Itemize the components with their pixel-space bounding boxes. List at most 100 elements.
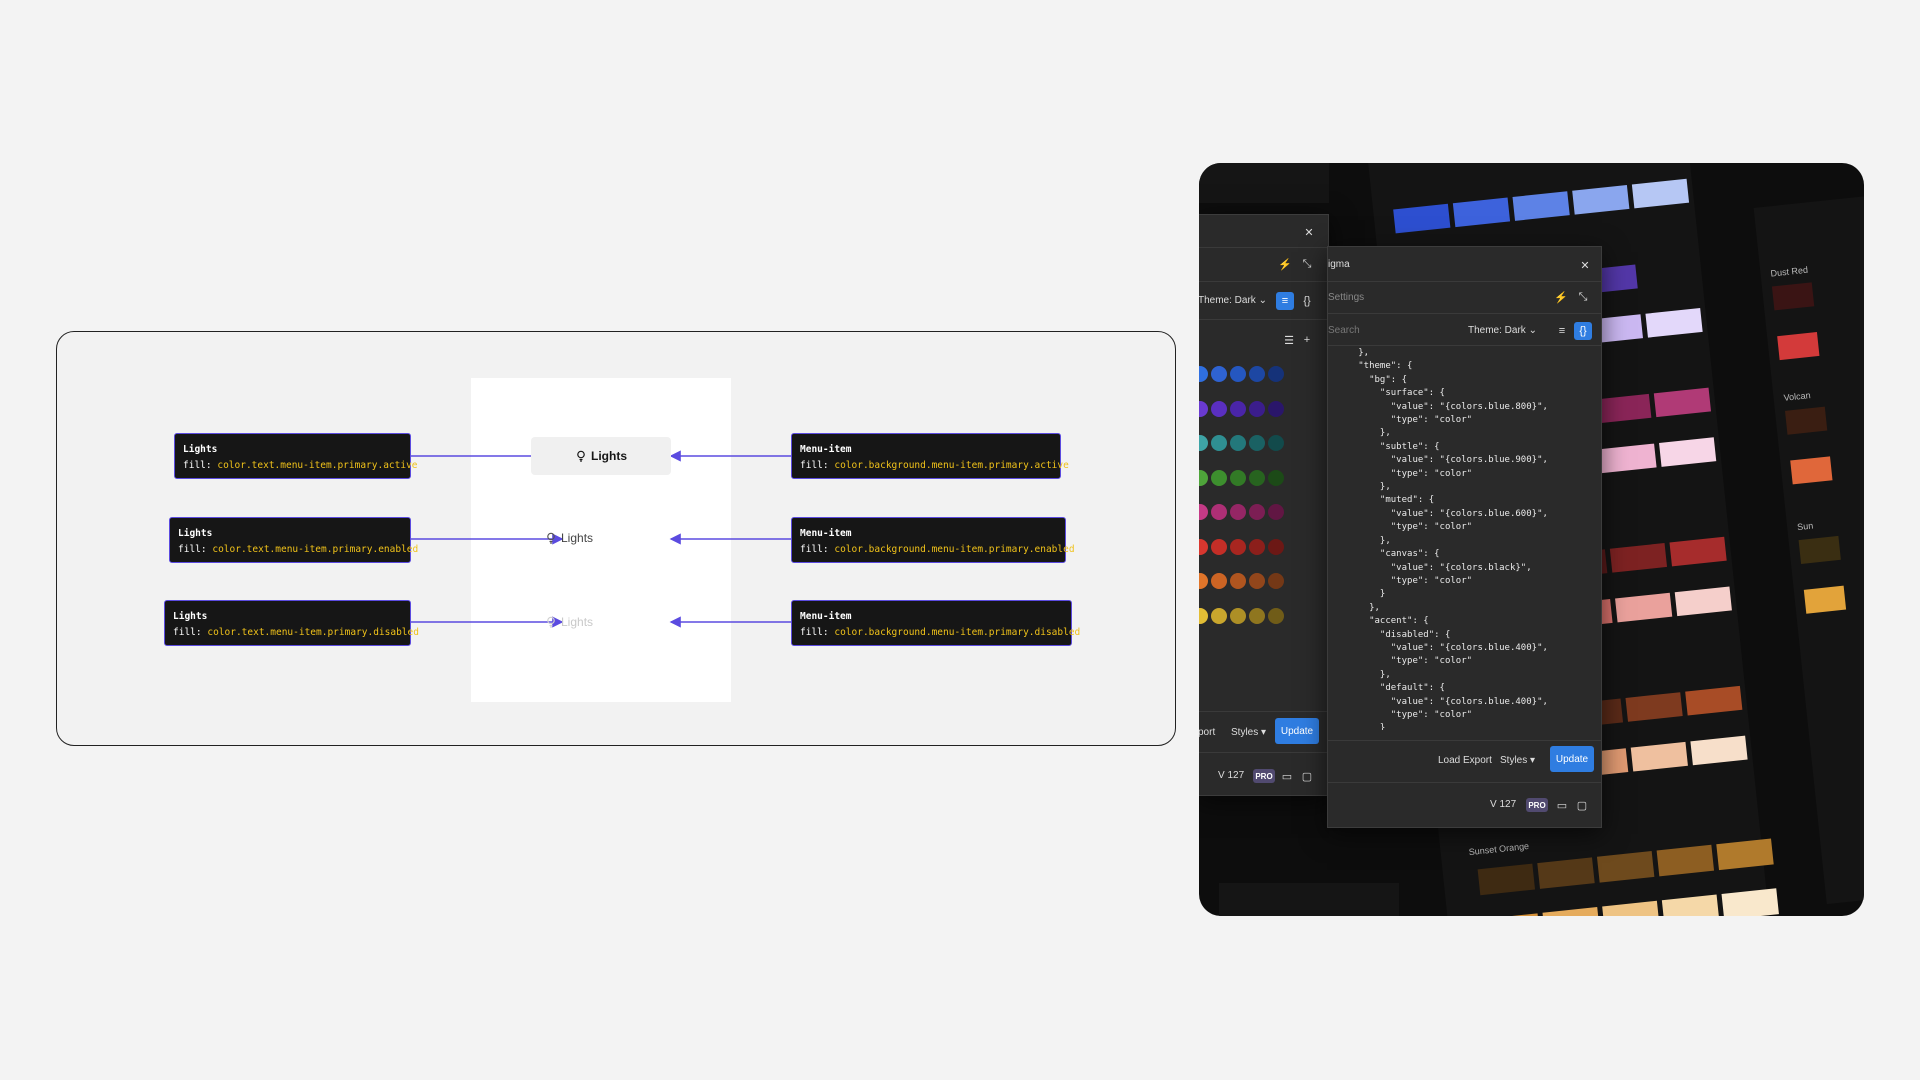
color-swatch[interactable] bbox=[1199, 435, 1208, 451]
lightbulb-icon bbox=[577, 450, 585, 462]
token-name: color.text.menu-item.primary.enabled bbox=[212, 544, 419, 555]
lightning-icon[interactable]: ⚡ bbox=[1276, 255, 1294, 273]
color-swatch[interactable] bbox=[1199, 573, 1208, 589]
annotation-bg-active: Menu-item fill: color.background.menu-it… bbox=[791, 433, 1069, 479]
color-swatch[interactable] bbox=[1199, 538, 1208, 555]
color-swatch[interactable] bbox=[1249, 607, 1265, 624]
annotation-text-active: Lights fill: color.text.menu-item.primar… bbox=[174, 433, 418, 479]
bookmark-icon[interactable]: ▭ bbox=[1553, 796, 1571, 814]
styles-dropdown-label: Styles bbox=[1500, 755, 1528, 766]
annotation-text-disabled: Lights fill: color.text.menu-item.primar… bbox=[164, 600, 419, 646]
component-preview-canvas bbox=[471, 378, 731, 702]
color-swatch[interactable] bbox=[1230, 400, 1246, 417]
json-code-editor[interactable]: }, "theme": { "bg": { "surface": { "valu… bbox=[1342, 347, 1598, 730]
list-icon[interactable]: ☰ bbox=[1280, 331, 1298, 349]
color-swatch[interactable] bbox=[1268, 366, 1284, 382]
lightbulb-icon bbox=[547, 616, 555, 628]
code-view-icon[interactable]: {} bbox=[1574, 322, 1592, 340]
color-swatch[interactable] bbox=[1199, 469, 1208, 486]
update-button[interactable]: Update bbox=[1550, 746, 1594, 772]
plugin-window-back: ✕ ⚡ ⤡ Theme: Dark ⌄ ≡ {} ☰ + port Styles… bbox=[1199, 214, 1329, 796]
fill-label: fill: bbox=[800, 460, 829, 471]
comment-icon[interactable]: ▢ bbox=[1298, 767, 1316, 785]
plugin-mockup: Golden Purple Sunset Orange bbox=[1199, 163, 1864, 916]
theme-dropdown[interactable]: Theme: Dark ⌄ bbox=[1468, 325, 1537, 336]
collapse-icon[interactable]: ⤡ bbox=[1574, 288, 1592, 306]
token-name: color.background.menu-item.primary.disab… bbox=[834, 627, 1081, 638]
export-button[interactable]: port bbox=[1199, 727, 1215, 738]
color-swatch[interactable] bbox=[1230, 504, 1246, 520]
styles-dropdown[interactable]: Styles ▾ bbox=[1500, 755, 1535, 766]
plus-icon[interactable]: + bbox=[1298, 331, 1316, 349]
update-button[interactable]: Update bbox=[1275, 718, 1319, 744]
annotation-title: Menu-item bbox=[800, 528, 852, 539]
lightbulb-icon bbox=[547, 532, 555, 544]
load-button[interactable]: Load bbox=[1438, 755, 1460, 766]
color-swatch[interactable] bbox=[1249, 469, 1265, 486]
color-swatch[interactable] bbox=[1268, 435, 1284, 451]
export-button[interactable]: Export bbox=[1463, 755, 1492, 766]
color-swatch[interactable] bbox=[1249, 366, 1265, 382]
search-input[interactable]: Search bbox=[1328, 325, 1360, 336]
theme-dropdown-label: Theme: Dark bbox=[1199, 295, 1256, 306]
color-swatch[interactable] bbox=[1211, 400, 1227, 417]
annotation-title: Lights bbox=[178, 528, 213, 539]
color-swatch[interactable] bbox=[1199, 400, 1208, 417]
close-icon[interactable]: ✕ bbox=[1576, 256, 1594, 274]
color-swatch[interactable] bbox=[1249, 435, 1265, 451]
color-swatch[interactable] bbox=[1211, 573, 1227, 589]
color-swatch[interactable] bbox=[1268, 400, 1284, 417]
annotation-bg-disabled: Menu-item fill: color.background.menu-it… bbox=[791, 600, 1080, 646]
styles-dropdown[interactable]: Styles ▾ bbox=[1231, 727, 1266, 738]
color-swatch[interactable] bbox=[1268, 504, 1284, 520]
annotation-title: Lights bbox=[173, 611, 208, 622]
bookmark-icon[interactable]: ▭ bbox=[1278, 767, 1296, 785]
color-swatch[interactable] bbox=[1249, 400, 1265, 417]
annotation-title: Menu-item bbox=[800, 611, 852, 622]
color-swatch[interactable] bbox=[1230, 366, 1246, 382]
color-swatch[interactable] bbox=[1268, 607, 1284, 624]
color-swatch[interactable] bbox=[1249, 573, 1265, 589]
close-icon[interactable]: ✕ bbox=[1300, 223, 1318, 241]
color-swatch[interactable] bbox=[1230, 435, 1246, 451]
theme-dropdown-label: Theme: Dark bbox=[1468, 325, 1526, 336]
color-swatch[interactable] bbox=[1249, 538, 1265, 555]
version-label: V 127 bbox=[1218, 770, 1245, 781]
color-swatch[interactable] bbox=[1268, 538, 1284, 555]
color-swatch[interactable] bbox=[1249, 504, 1265, 520]
color-swatch[interactable] bbox=[1211, 538, 1227, 555]
annotation-bg-enabled: Menu-item fill: color.background.menu-it… bbox=[791, 517, 1075, 563]
color-swatch[interactable] bbox=[1268, 469, 1284, 486]
export-button-label: port bbox=[1199, 727, 1216, 738]
color-swatch[interactable] bbox=[1230, 469, 1246, 486]
color-swatch[interactable] bbox=[1268, 573, 1284, 589]
lightning-icon[interactable]: ⚡ bbox=[1552, 288, 1570, 306]
collapse-icon[interactable]: ⤡ bbox=[1298, 255, 1316, 273]
color-swatch[interactable] bbox=[1199, 504, 1208, 520]
color-swatch[interactable] bbox=[1230, 607, 1246, 624]
code-view-icon[interactable]: {} bbox=[1298, 292, 1316, 310]
styles-dropdown-label: Styles bbox=[1231, 727, 1259, 738]
color-swatch[interactable] bbox=[1211, 504, 1227, 520]
token-name: color.background.menu-item.primary.enabl… bbox=[834, 544, 1075, 555]
fill-label: fill: bbox=[173, 627, 202, 638]
list-view-icon[interactable]: ≡ bbox=[1276, 292, 1294, 310]
color-swatch[interactable] bbox=[1211, 435, 1227, 451]
color-swatch[interactable] bbox=[1211, 366, 1227, 382]
color-swatch[interactable] bbox=[1230, 538, 1246, 555]
plugin-window-front: igma ✕ Settings ⚡ ⤡ Search Theme: Dark ⌄… bbox=[1327, 246, 1602, 828]
menu-item-enabled[interactable]: Lights bbox=[545, 531, 593, 545]
color-swatch[interactable] bbox=[1199, 607, 1208, 624]
comment-icon[interactable]: ▢ bbox=[1573, 796, 1591, 814]
color-swatch[interactable] bbox=[1211, 469, 1227, 486]
menu-item-disabled: Lights bbox=[545, 615, 593, 629]
palette-title-sun: Sun bbox=[1797, 521, 1814, 533]
fill-label: fill: bbox=[183, 460, 212, 471]
color-swatch[interactable] bbox=[1230, 573, 1246, 589]
theme-dropdown[interactable]: Theme: Dark ⌄ bbox=[1199, 295, 1267, 306]
color-swatch[interactable] bbox=[1211, 607, 1227, 624]
settings-label: Settings bbox=[1328, 292, 1365, 303]
menu-item-active[interactable]: Lights bbox=[531, 437, 671, 475]
list-view-icon[interactable]: ≡ bbox=[1553, 322, 1571, 340]
color-swatch[interactable] bbox=[1199, 366, 1208, 382]
